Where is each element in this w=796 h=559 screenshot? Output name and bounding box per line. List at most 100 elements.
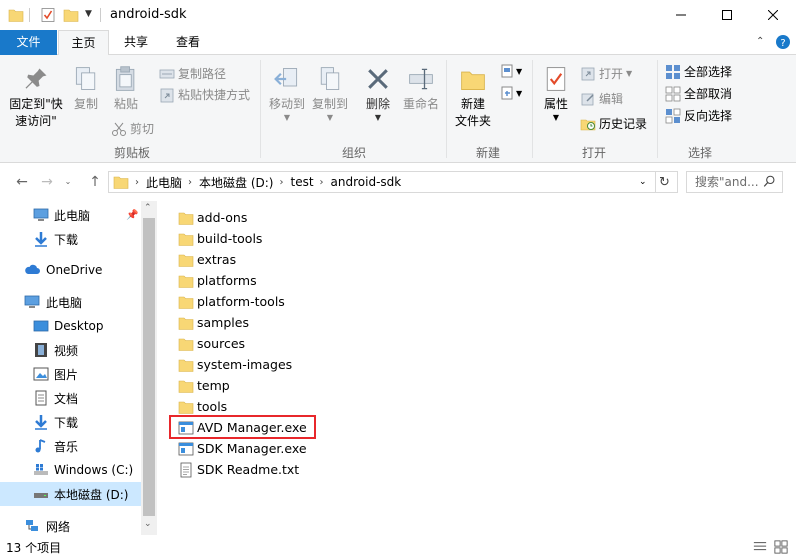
copy-button[interactable]: 复制 <box>68 65 104 113</box>
breadcrumb-test[interactable]: test <box>290 175 313 189</box>
list-item[interactable]: build-tools <box>178 228 262 249</box>
history-button[interactable]: 历史记录 <box>580 115 647 132</box>
invert-selection-button[interactable]: 反向选择 <box>665 107 732 124</box>
properties-quick-icon[interactable] <box>40 7 56 23</box>
edit-button[interactable]: 编辑 <box>580 90 623 107</box>
list-item[interactable]: sources <box>178 333 245 354</box>
list-item[interactable]: extras <box>178 249 236 270</box>
new-folder-button[interactable]: 新建 文件夹 <box>452 65 494 130</box>
help-icon[interactable]: ? <box>775 34 791 50</box>
file-name: samples <box>197 315 249 330</box>
nav-item-drive-c[interactable]: Windows (C:) <box>0 458 141 482</box>
list-item[interactable]: platforms <box>178 270 257 291</box>
delete-button[interactable]: 删除 ▼ <box>362 65 394 122</box>
properties-button[interactable]: 属性 ▼ <box>538 65 574 122</box>
paste-label: 粘贴 <box>113 97 138 111</box>
nav-item-music[interactable]: 音乐 <box>0 434 141 458</box>
recent-locations-icon[interactable]: ⌄ <box>60 173 76 191</box>
picture-icon <box>33 367 49 381</box>
nav-item-drive-d[interactable]: 本地磁盘 (D:) <box>0 482 141 506</box>
folder-icon <box>8 9 24 22</box>
breadcrumb-chevron-icon[interactable]: › <box>279 177 283 188</box>
scroll-down-icon[interactable]: ⌄ <box>144 519 152 529</box>
minimize-button[interactable] <box>658 0 704 30</box>
ribbon-collapse-icon[interactable]: ⌃ <box>756 36 764 47</box>
new-item-button[interactable]: ▼ <box>499 63 522 79</box>
qa-dropdown-icon[interactable]: ▼ <box>85 9 92 19</box>
breadcrumb-chevron-icon[interactable]: › <box>135 177 139 188</box>
list-item[interactable]: SDK Readme.txt <box>178 459 299 480</box>
nav-label: 本地磁盘 (D:) <box>54 487 129 502</box>
copy-to-button[interactable]: 复制到 ▼ <box>309 65 351 122</box>
list-item[interactable]: SDK Manager.exe <box>178 438 307 459</box>
search-input[interactable]: 搜索"and... <box>686 171 783 193</box>
copy-path-button[interactable]: 复制路径 <box>159 65 226 82</box>
tab-file[interactable]: 文件 <box>0 30 57 55</box>
tab-share[interactable]: 共享 <box>113 30 159 55</box>
delete-dropdown-icon: ▼ <box>374 113 382 122</box>
svg-text:?: ? <box>780 38 785 49</box>
paste-button[interactable]: 粘贴 <box>108 65 144 113</box>
nav-label: 网络 <box>46 519 71 534</box>
back-arrow-icon[interactable]: ← <box>14 173 30 191</box>
list-item[interactable]: system-images <box>178 354 292 375</box>
nav-item-videos[interactable]: 视频 <box>0 338 141 362</box>
new-group-label: 新建 <box>475 146 500 160</box>
list-item[interactable]: tools <box>178 396 227 417</box>
up-arrow-icon[interactable]: ↑ <box>87 173 103 191</box>
new-folder-icon <box>461 71 485 90</box>
list-item[interactable]: platform-tools <box>178 291 285 312</box>
folder-icon <box>178 296 194 309</box>
breadcrumb-this-pc[interactable]: 此电脑 <box>146 174 182 191</box>
select-none-button[interactable]: 全部取消 <box>665 85 732 102</box>
close-button[interactable] <box>750 0 796 30</box>
address-divider <box>655 172 656 192</box>
new-folder-quick-icon[interactable] <box>63 7 79 23</box>
tab-view[interactable]: 查看 <box>164 30 212 55</box>
list-item[interactable]: temp <box>178 375 230 396</box>
folder-icon <box>178 338 194 351</box>
scroll-thumb[interactable] <box>143 218 155 516</box>
qa-separator <box>29 8 30 22</box>
maximize-icon <box>722 10 732 20</box>
nav-item-downloads[interactable]: 下载 <box>0 410 141 434</box>
maximize-button[interactable] <box>704 0 750 30</box>
scroll-up-icon[interactable]: ⌃ <box>144 203 152 213</box>
nav-item-this-pc-quick[interactable]: 此电脑 📌 <box>0 203 141 227</box>
refresh-icon[interactable]: ↻ <box>659 175 670 190</box>
pin-icon <box>25 68 47 89</box>
file-name: tools <box>197 399 228 414</box>
address-dropdown-icon[interactable]: ⌄ <box>639 177 647 187</box>
breadcrumb-chevron-icon[interactable]: › <box>320 177 324 188</box>
group-separator <box>657 60 658 158</box>
nav-item-downloads-quick[interactable]: 下载 <box>0 227 141 251</box>
rename-button[interactable]: 重命名 <box>400 65 442 113</box>
list-item[interactable]: samples <box>178 312 249 333</box>
forward-arrow-icon[interactable]: → <box>39 173 55 191</box>
breadcrumb-android-sdk[interactable]: android-sdk <box>331 175 402 189</box>
nav-pane-scrollbar[interactable]: ⌃ ⌄ <box>141 201 157 535</box>
pin-quick-access-button[interactable]: 固定到"快 速访问" <box>6 65 66 130</box>
breadcrumb-drive-d[interactable]: 本地磁盘 (D:) <box>199 174 273 191</box>
nav-item-onedrive[interactable]: OneDrive <box>0 258 141 282</box>
paste-shortcut-button[interactable]: 粘贴快捷方式 <box>159 86 250 103</box>
tab-home[interactable]: 主页 <box>58 30 109 56</box>
breadcrumb-chevron-icon[interactable]: › <box>188 177 192 188</box>
pc-icon <box>24 295 40 308</box>
file-name: system-images <box>197 357 293 372</box>
nav-item-desktop[interactable]: Desktop <box>0 314 141 338</box>
large-icons-view-icon[interactable] <box>774 540 788 554</box>
open-button[interactable]: 打开 ▼ <box>580 65 632 82</box>
address-bar[interactable]: › 此电脑 › 本地磁盘 (D:) › test › android-sdk ⌄… <box>108 171 678 193</box>
properties-dropdown-icon: ▼ <box>552 113 560 122</box>
details-view-icon[interactable] <box>753 540 767 554</box>
list-item[interactable]: add-ons <box>178 207 247 228</box>
nav-item-this-pc[interactable]: 此电脑 <box>0 290 141 314</box>
move-to-button[interactable]: 移动到 ▼ <box>266 65 308 122</box>
cut-button[interactable]: 剪切 <box>111 120 154 137</box>
easy-access-button[interactable]: ▼ <box>499 85 522 101</box>
nav-item-documents[interactable]: 文档 <box>0 386 141 410</box>
select-all-button[interactable]: 全部选择 <box>665 63 732 80</box>
nav-item-pictures[interactable]: 图片 <box>0 362 141 386</box>
select-none-icon <box>665 86 681 101</box>
